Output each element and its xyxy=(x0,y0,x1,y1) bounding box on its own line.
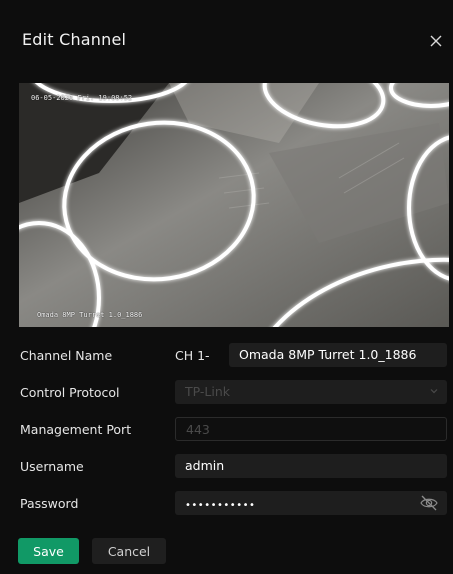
channel-prefix: CH 1- xyxy=(175,348,210,363)
osd-timestamp: 06-05-2026 Fri. 19:08:52 xyxy=(31,94,133,102)
username-input[interactable]: admin xyxy=(175,454,447,478)
password-value: ••••••••••• xyxy=(185,500,256,511)
close-icon[interactable] xyxy=(425,30,447,52)
username-label: Username xyxy=(20,459,84,474)
eye-off-icon[interactable] xyxy=(419,494,439,512)
management-port-label: Management Port xyxy=(20,422,132,437)
camera-image xyxy=(19,83,449,327)
channel-name-label: Channel Name xyxy=(20,348,113,363)
chevron-down-icon xyxy=(430,389,438,394)
control-protocol-value: TP-Link xyxy=(185,384,231,399)
management-port-input[interactable]: 443 xyxy=(175,417,447,441)
password-row: Password ••••••••••• xyxy=(20,491,450,517)
password-label: Password xyxy=(20,496,79,511)
camera-preview: 06-05-2026 Fri. 19:08:52 Omada 8MP Turre… xyxy=(19,83,449,327)
edit-channel-dialog: Edit Channel 06-05-2026 Fri. 19:08:52 Om… xyxy=(6,4,453,574)
control-protocol-label: Control Protocol xyxy=(20,385,120,400)
control-protocol-select[interactable]: TP-Link xyxy=(175,380,447,404)
save-button[interactable]: Save xyxy=(18,538,79,564)
username-row: Username admin xyxy=(20,454,450,480)
channel-name-row: Channel Name CH 1- Omada 8MP Turret 1.0_… xyxy=(20,343,450,369)
control-protocol-row: Control Protocol TP-Link xyxy=(20,380,450,406)
dialog-title: Edit Channel xyxy=(22,30,127,49)
management-port-row: Management Port 443 xyxy=(20,417,450,443)
osd-camera-name: Omada 8MP Turret 1.0_1886 xyxy=(37,311,143,319)
password-input[interactable]: ••••••••••• xyxy=(175,491,447,515)
channel-name-input[interactable]: Omada 8MP Turret 1.0_1886 xyxy=(229,343,447,367)
cancel-button[interactable]: Cancel xyxy=(92,538,166,564)
